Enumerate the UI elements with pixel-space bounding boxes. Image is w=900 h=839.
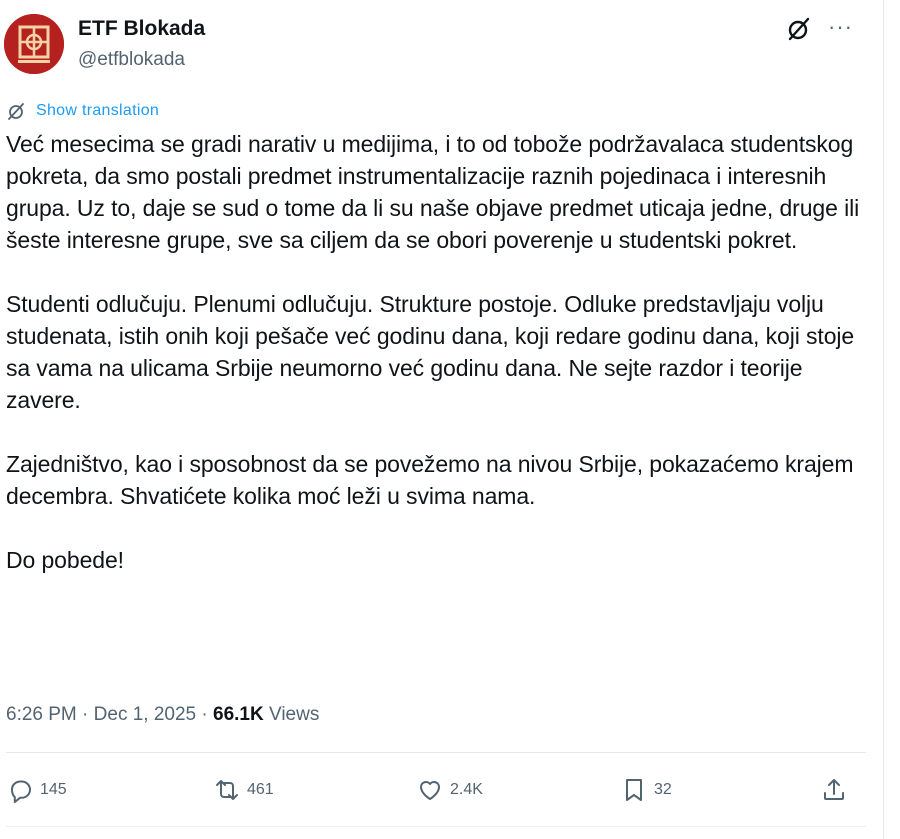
timeline-border — [883, 0, 884, 839]
post-text: Već mesecima se gradi narativ u medijima… — [6, 128, 876, 608]
etf-logo-icon — [4, 14, 64, 74]
meta-separator: · — [201, 704, 208, 725]
post-paragraph: Već mesecima se gradi narativ u medijima… — [6, 131, 860, 253]
share-button[interactable] — [820, 776, 848, 804]
post-paragraph: Zajedništvo, kao i sposobnost da se pove… — [6, 451, 854, 509]
avatar[interactable] — [4, 14, 64, 74]
repost-button[interactable]: 461 — [213, 776, 274, 804]
more-options-icon[interactable]: ··· — [828, 15, 858, 39]
reply-button[interactable]: 145 — [6, 776, 67, 804]
reply-count: 145 — [40, 781, 67, 798]
reply-icon — [11, 780, 31, 803]
like-button[interactable]: 2.4K — [416, 776, 483, 804]
views-label: Views — [269, 704, 320, 725]
divider — [6, 826, 866, 827]
post-date[interactable]: Dec 1, 2025 — [94, 704, 196, 725]
show-translation-label[interactable]: Show translation — [36, 102, 159, 120]
action-bar: 145 461 2.4K 32 — [0, 770, 880, 810]
bookmark-count: 32 — [654, 781, 672, 798]
post-meta: 6:26 PM · Dec 1, 2025 · 66.1K Views — [6, 702, 319, 728]
post-paragraph: Studenti odlučuju. Plenumi odlučuju. Str… — [6, 291, 855, 413]
share-icon — [824, 779, 844, 800]
views-count: 66.1K — [213, 704, 264, 725]
post-paragraph: Do pobede! — [6, 547, 124, 573]
meta-separator: · — [82, 704, 89, 725]
post-time[interactable]: 6:26 PM — [6, 704, 77, 725]
bookmark-icon — [626, 779, 642, 801]
translate-icon — [8, 103, 24, 120]
repost-count: 461 — [247, 781, 274, 798]
heart-icon — [420, 781, 440, 800]
repost-icon — [216, 780, 238, 800]
show-translation-link[interactable]: Show translation — [6, 100, 159, 122]
like-count: 2.4K — [450, 781, 483, 798]
author-name[interactable]: ETF Blokada — [78, 16, 205, 42]
grok-icon[interactable] — [785, 16, 811, 42]
divider — [6, 752, 866, 753]
author-handle[interactable]: @etfblokada — [78, 48, 185, 72]
bookmark-button[interactable]: 32 — [620, 776, 672, 804]
